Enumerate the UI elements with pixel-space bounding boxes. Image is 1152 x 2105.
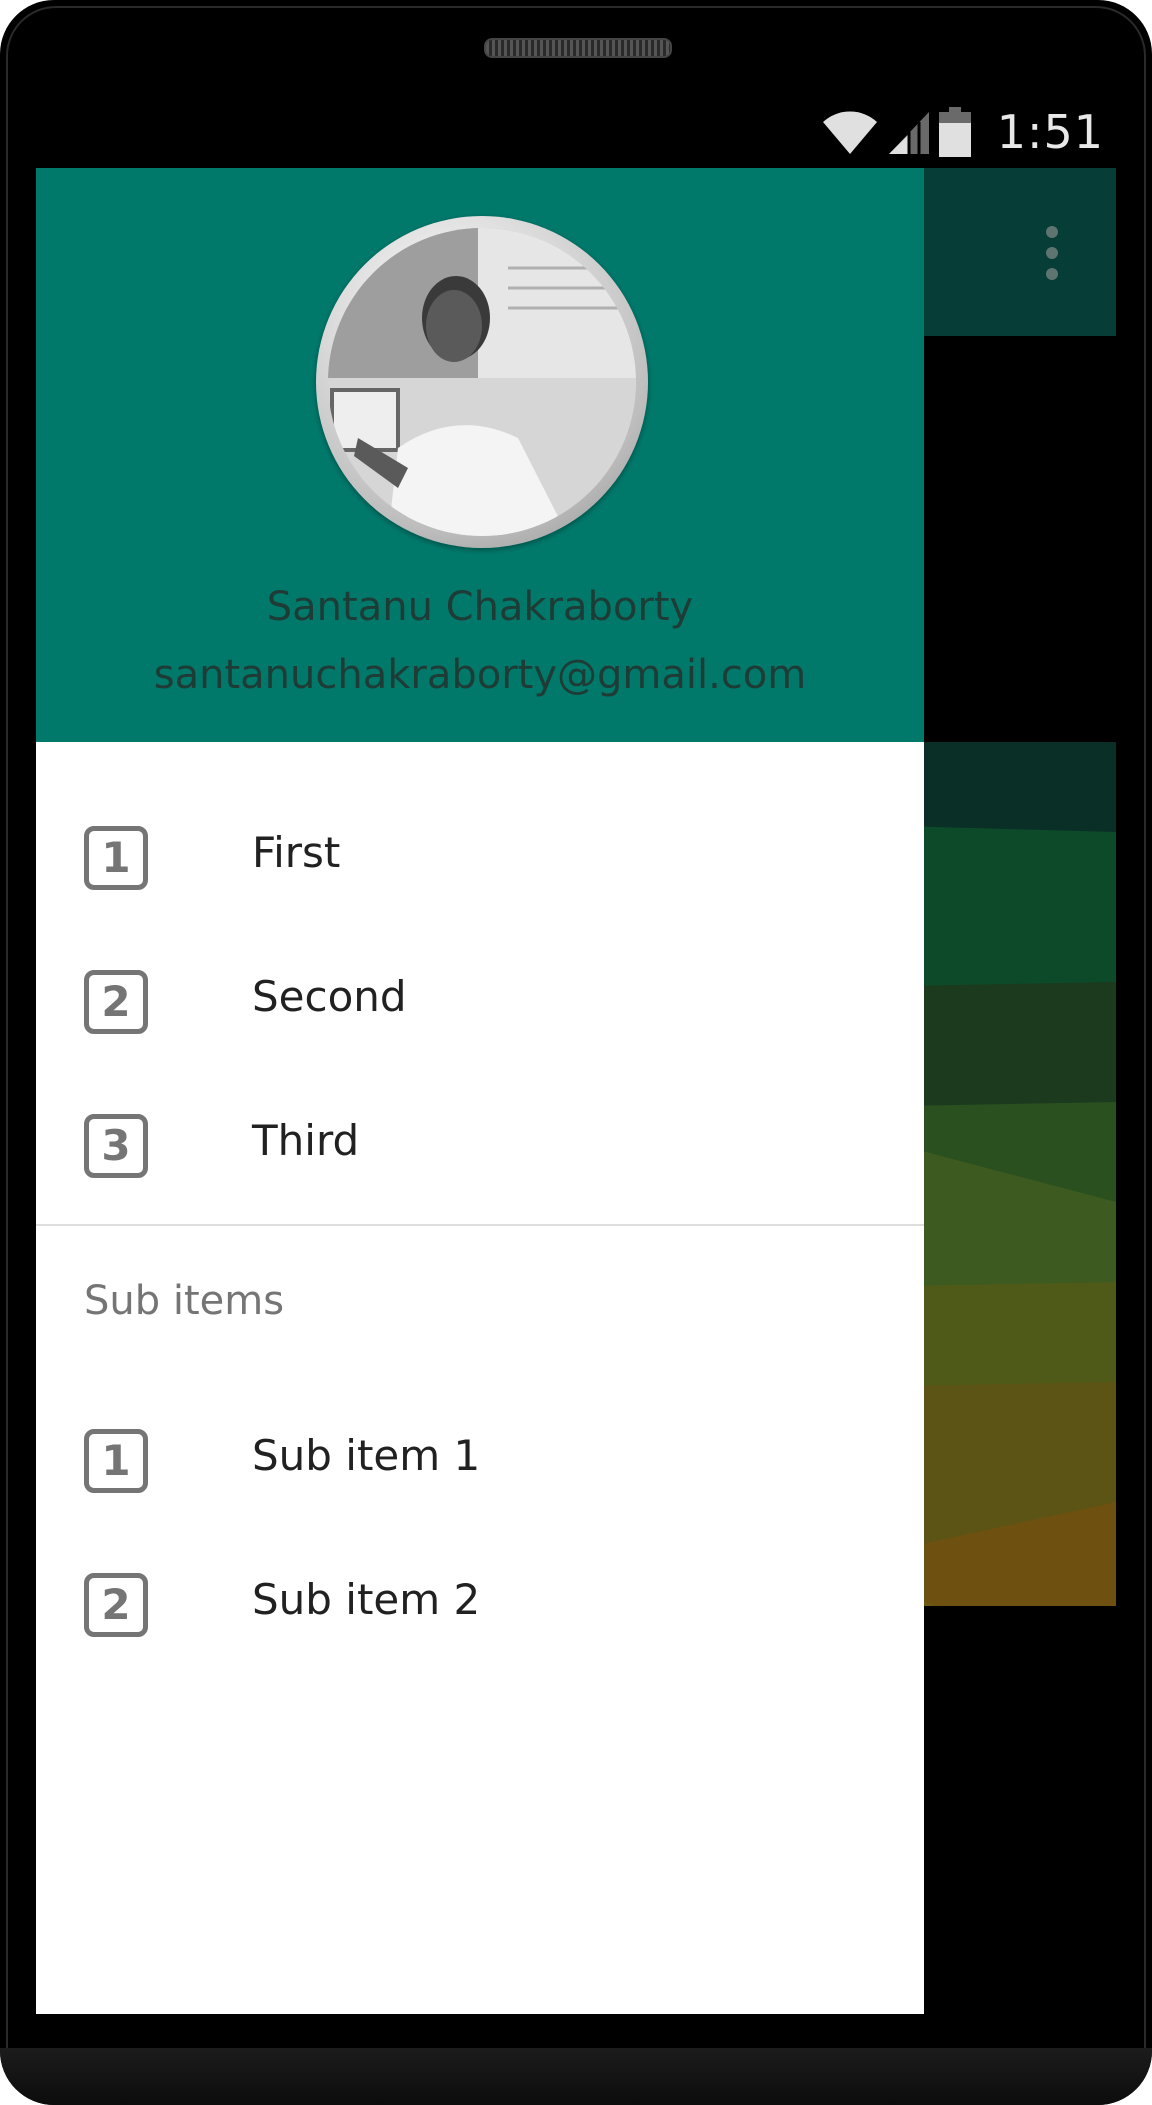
navigation-drawer: Santanu Chakraborty santanuchakraborty@g… (36, 168, 924, 2014)
drawer-divider (36, 1224, 924, 1226)
number-2-icon: 2 (84, 1573, 148, 1637)
status-bar: 1:51 (36, 96, 1116, 168)
avatar-photo (328, 228, 636, 536)
more-vert-icon[interactable] (1046, 226, 1060, 280)
phone-frame: 1:51 e (0, 0, 1152, 2105)
clock: 1:51 (996, 105, 1104, 159)
drawer-subitem-1[interactable]: 1 Sub item 1 (36, 1385, 924, 1529)
earpiece-speaker (484, 38, 672, 58)
subheader-sub-items: Sub items (84, 1278, 285, 1324)
drawer-header: Santanu Chakraborty santanuchakraborty@g… (36, 168, 924, 742)
drawer-item-label: Sub item 2 (252, 1575, 481, 1624)
drawer-item-label: Third (252, 1116, 360, 1165)
drawer-item-label: Second (252, 972, 407, 1021)
number-1-icon: 1 (84, 826, 148, 890)
avatar[interactable] (316, 216, 648, 548)
drawer-item-second[interactable]: 2 Second (36, 926, 924, 1070)
number-3-icon: 3 (84, 1114, 148, 1178)
drawer-item-label: Sub item 1 (252, 1431, 481, 1480)
bottom-bezel (0, 2048, 1152, 2105)
profile-name: Santanu Chakraborty (266, 584, 694, 630)
signal-icon (888, 112, 929, 154)
number-2-icon: 2 (84, 970, 148, 1034)
profile-email: santanuchakraborty@gmail.com (153, 652, 807, 698)
status-icons: 1:51 (821, 102, 1104, 162)
drawer-item-first[interactable]: 1 First (36, 782, 924, 926)
drawer-subitem-2[interactable]: 2 Sub item 2 (36, 1529, 924, 1673)
number-1-icon: 1 (84, 1429, 148, 1493)
drawer-item-label: First (252, 828, 341, 877)
wifi-icon (822, 111, 877, 154)
drawer-item-third[interactable]: 3 Third (36, 1070, 924, 1214)
battery-icon (938, 107, 971, 157)
